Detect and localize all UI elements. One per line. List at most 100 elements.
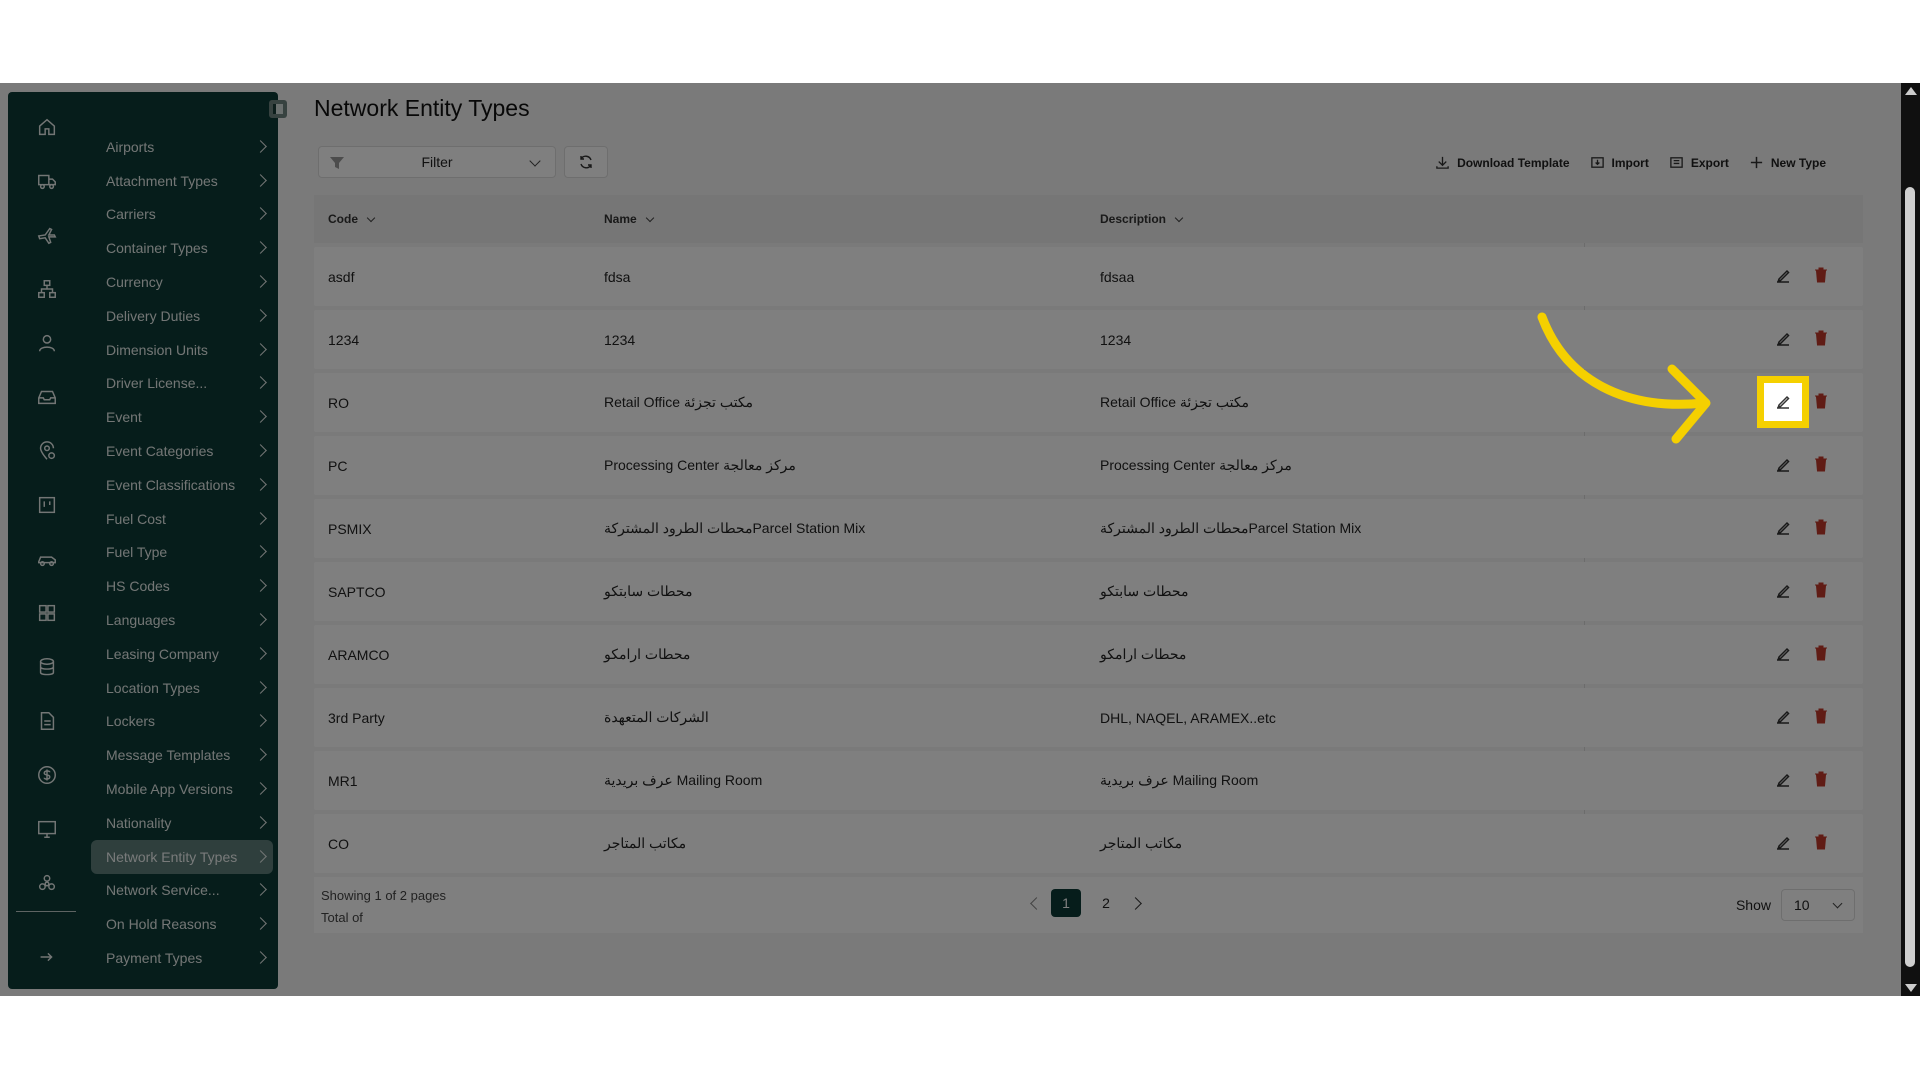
sidebar-item-message-templates[interactable]: Message Templates — [91, 738, 273, 772]
sidebar-item-currency[interactable]: Currency — [91, 265, 273, 299]
edit-icon[interactable] — [1774, 267, 1792, 285]
edit-icon[interactable] — [1774, 771, 1792, 789]
sidebar-item-attachment-types[interactable]: Attachment Types — [91, 164, 273, 198]
cell-code: 1234 — [328, 331, 360, 348]
delete-icon[interactable] — [1814, 330, 1828, 346]
table-row: 3rd Party الشركات المتعهدة DHL, NAQEL, ARA… — [314, 688, 1863, 747]
sidebar-item-nationality[interactable]: Nationality — [91, 806, 273, 840]
sidebar-collapse-button[interactable] — [269, 100, 287, 118]
page-button-1[interactable]: 1 — [1051, 889, 1081, 917]
filter-dropdown[interactable]: Filter — [318, 146, 556, 178]
plane-icon[interactable] — [32, 220, 62, 250]
sidebar-item-fuel-cost[interactable]: Fuel Cost — [91, 502, 273, 536]
rail-divider — [16, 911, 76, 912]
chevron-right-icon — [254, 477, 267, 491]
prev-page-icon[interactable] — [1030, 896, 1043, 910]
delete-icon[interactable] — [1814, 519, 1828, 535]
download-template-button[interactable]: Download Template — [1435, 155, 1570, 170]
column-header-name[interactable]: Name — [604, 195, 654, 243]
sidebar-item-label: HS Codes — [106, 578, 170, 595]
sidebar-item-payment-types[interactable]: Payment Types — [91, 941, 273, 975]
edit-icon[interactable] — [1774, 708, 1792, 726]
next-page-icon[interactable] — [1129, 896, 1142, 910]
sidebar-item-container-types[interactable]: Container Types — [91, 231, 273, 265]
sidebar-item-label: Lockers — [106, 713, 156, 730]
sidebar-item-event[interactable]: Event — [91, 400, 273, 434]
sidebar-item-carriers[interactable]: Carriers — [91, 198, 273, 232]
scroll-thumb[interactable] — [1905, 187, 1915, 967]
scroll-up-icon[interactable] — [1905, 87, 1917, 95]
page-size-select[interactable]: 10 — [1781, 889, 1855, 921]
download-icon — [1436, 156, 1449, 169]
location-settings-icon[interactable] — [32, 436, 62, 466]
sidebar-item-on-hold-reasons[interactable]: On Hold Reasons — [91, 907, 273, 941]
export-button[interactable]: Export — [1669, 155, 1729, 170]
truck-icon[interactable] — [32, 166, 62, 196]
sidebar-item-label: Location Types — [106, 679, 200, 696]
document-icon[interactable] — [32, 706, 62, 736]
chevron-down-icon — [1832, 898, 1843, 909]
column-header-code[interactable]: Code — [328, 195, 376, 243]
delete-icon[interactable] — [1814, 708, 1828, 724]
delete-icon[interactable] — [1814, 645, 1828, 661]
edit-icon[interactable] — [1774, 834, 1792, 852]
org-chart-icon[interactable] — [32, 274, 62, 304]
logout-icon[interactable] — [32, 942, 62, 972]
page-scrollbar[interactable] — [1901, 83, 1920, 996]
monitor-icon[interactable] — [32, 814, 62, 844]
refresh-button[interactable] — [564, 146, 608, 178]
sort-icon — [366, 213, 376, 222]
delete-icon[interactable] — [1814, 582, 1828, 598]
kanban-icon[interactable] — [32, 490, 62, 520]
sidebar-item-languages[interactable]: Languages — [91, 603, 273, 637]
edit-icon[interactable] — [1774, 330, 1792, 348]
sidebar-item-driver-license[interactable]: Driver License... — [91, 367, 273, 401]
edit-icon[interactable] — [1774, 456, 1792, 474]
edit-icon[interactable] — [1757, 376, 1809, 428]
edit-icon[interactable] — [1774, 519, 1792, 537]
edit-icon[interactable] — [1774, 645, 1792, 663]
sidebar-item-delivery-duties[interactable]: Delivery Duties — [91, 299, 273, 333]
sidebar-item-lockers[interactable]: Lockers — [91, 705, 273, 739]
delete-icon[interactable] — [1814, 267, 1828, 283]
home-icon[interactable] — [32, 112, 62, 142]
scroll-down-icon[interactable] — [1905, 984, 1917, 992]
delete-icon[interactable] — [1814, 834, 1828, 850]
car-icon[interactable] — [32, 544, 62, 574]
page-button-2[interactable]: 2 — [1091, 889, 1121, 917]
new-type-button[interactable]: New Type — [1749, 155, 1826, 170]
network-icon[interactable] — [32, 868, 62, 898]
download-template-label: Download Template — [1457, 155, 1570, 170]
sidebar-item-leasing-company[interactable]: Leasing Company — [91, 637, 273, 671]
sidebar-item-location-types[interactable]: Location Types — [91, 671, 273, 705]
column-header-label: Code — [328, 212, 358, 226]
sidebar-item-label: On Hold Reasons — [106, 916, 217, 933]
database-icon[interactable] — [32, 652, 62, 682]
inbox-icon[interactable] — [32, 382, 62, 412]
sidebar-item-event-categories[interactable]: Event Categories — [91, 434, 273, 468]
chevron-right-icon — [254, 275, 267, 288]
new-type-label: New Type — [1770, 155, 1826, 170]
user-icon[interactable] — [32, 328, 62, 358]
sidebar-item-dimension-units[interactable]: Dimension Units — [91, 333, 273, 367]
import-button[interactable]: Import — [1590, 155, 1649, 170]
sidebar-item-fuel-type[interactable]: Fuel Type — [91, 536, 273, 570]
sidebar-item-event-classifications[interactable]: Event Classifications — [91, 468, 273, 502]
refresh-icon — [580, 155, 592, 169]
edit-icon[interactable] — [1774, 582, 1792, 600]
delete-icon[interactable] — [1814, 393, 1828, 409]
delete-icon[interactable] — [1814, 456, 1828, 472]
sidebar-item-network-entity-types[interactable]: Network Entity Types — [91, 839, 273, 874]
cell-code: RO — [328, 394, 349, 411]
sidebar-item-label: Carriers — [106, 206, 156, 223]
dashboard-grid-icon[interactable] — [32, 598, 62, 628]
column-header-description[interactable]: Description — [1100, 195, 1184, 243]
delete-icon[interactable] — [1814, 771, 1828, 787]
sidebar-item-airports[interactable]: Airports — [91, 130, 273, 164]
sidebar-item-network-service[interactable]: Network Service... — [91, 874, 273, 908]
chevron-right-icon — [254, 241, 267, 255]
sidebar-item-hs-codes[interactable]: HS Codes — [91, 569, 273, 603]
sidebar-item-mobile-app-versions[interactable]: Mobile App Versions — [91, 772, 273, 806]
dollar-icon[interactable] — [32, 760, 62, 790]
pagination: 1 2 — [1030, 889, 1142, 917]
